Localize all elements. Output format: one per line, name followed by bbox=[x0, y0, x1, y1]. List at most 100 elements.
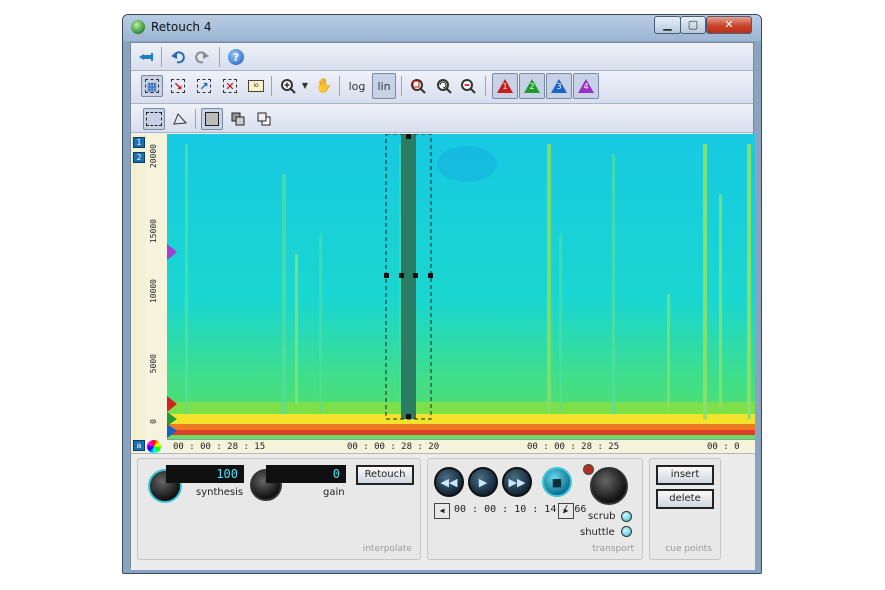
hand-pan-icon[interactable]: ✋ bbox=[313, 75, 335, 97]
y-tick: 20000 bbox=[149, 144, 158, 169]
colormap-icon[interactable] bbox=[147, 440, 161, 453]
app-logo-icon bbox=[131, 20, 145, 34]
stop-button[interactable]: ■ bbox=[542, 467, 572, 497]
client-area: ? ▦ ↘ ↗ ✕ io ▼ ✋ log lin 1 2 3 4 1 2 a 0… bbox=[130, 42, 755, 570]
edit-toolbar: ▦ ↘ ↗ ✕ io ▼ ✋ log lin 1 2 3 4 bbox=[131, 72, 753, 104]
harmonic-line bbox=[559, 234, 562, 409]
cue-points-panel: insert delete cue points bbox=[649, 458, 721, 560]
layer-2-button[interactable]: 2 bbox=[133, 152, 145, 163]
app-window: Retouch 4 ▁ ▢ ✕ ? ▦ ↘ ↗ ✕ io ▼ ✋ log lin… bbox=[122, 14, 762, 574]
rewind-button[interactable]: ◀◀ bbox=[434, 467, 464, 497]
zoom-dropdown-icon[interactable]: ▼ bbox=[299, 75, 311, 97]
select-all-icon[interactable]: ▦ bbox=[141, 75, 163, 97]
synthesis-value: 100 bbox=[166, 465, 244, 483]
delete-selection-icon[interactable]: ✕ bbox=[219, 75, 241, 97]
low-freq-band bbox=[167, 414, 755, 424]
toolbar-separator bbox=[271, 76, 272, 96]
zoom-out-icon[interactable] bbox=[457, 75, 479, 97]
toolbar-separator bbox=[219, 47, 220, 67]
time-axis: 00 : 00 : 28 : 15 00 : 00 : 28 : 20 00 :… bbox=[167, 439, 755, 454]
frequency-axis: 0 5000 10000 15000 20000 bbox=[145, 134, 168, 439]
shuttle-label: shuttle bbox=[580, 527, 615, 538]
y-tick: 15000 bbox=[149, 219, 158, 244]
scrub-radio[interactable] bbox=[621, 511, 632, 522]
gain-label: gain bbox=[323, 487, 345, 498]
selection-toolbar bbox=[131, 105, 753, 133]
harmonic-line bbox=[295, 254, 298, 404]
toolbar-separator bbox=[485, 76, 486, 96]
low-freq-band bbox=[167, 402, 755, 414]
marker-4-triangle: 4 bbox=[578, 79, 594, 93]
fast-forward-button[interactable]: ▶▶ bbox=[502, 467, 532, 497]
gain-value: 0 bbox=[266, 465, 346, 483]
selection-handle bbox=[413, 273, 418, 278]
clip-selection-icon[interactable]: io bbox=[245, 75, 267, 97]
selection-handle bbox=[384, 273, 389, 278]
redo-icon[interactable] bbox=[191, 46, 213, 68]
marker-2-triangle: 2 bbox=[524, 79, 540, 93]
pin-icon[interactable] bbox=[135, 46, 157, 68]
synthesis-label: synthesis bbox=[196, 487, 244, 498]
harmonic-line bbox=[547, 144, 551, 414]
record-indicator bbox=[583, 464, 594, 475]
transport-panel: ◀◀ ▶ ▶▶ ■ ◀ 00 : 00 : 10 : 14 / 66 ▶ scr… bbox=[427, 458, 643, 560]
subtract-layer-icon[interactable] bbox=[253, 108, 275, 130]
rect-select-icon[interactable] bbox=[143, 108, 165, 130]
select-move-icon[interactable]: ↗ bbox=[193, 75, 215, 97]
delete-cue-button[interactable]: delete bbox=[656, 489, 714, 509]
shuttle-radio[interactable] bbox=[621, 526, 632, 537]
title-bar[interactable]: Retouch 4 ▁ ▢ ✕ bbox=[123, 15, 761, 41]
harmonic-line bbox=[747, 144, 751, 419]
play-button[interactable]: ▶ bbox=[468, 467, 498, 497]
log-scale-button[interactable]: log bbox=[345, 75, 369, 97]
marker-2-icon[interactable]: 2 bbox=[519, 73, 545, 99]
marker-4-icon[interactable]: 4 bbox=[573, 73, 599, 99]
maximize-button[interactable]: ▢ bbox=[680, 16, 706, 34]
bass-band bbox=[167, 424, 755, 430]
prev-frame-button[interactable]: ◀ bbox=[434, 503, 450, 519]
toolbar-separator bbox=[161, 47, 162, 67]
harmonic-line bbox=[319, 234, 322, 414]
interpolate-panel: 100 synthesis 0 gain Retouch interpolate bbox=[137, 458, 421, 560]
spectrogram-area: 1 2 a 0 5000 10000 15000 20000 00: 00:… bbox=[131, 134, 755, 454]
single-layer-icon[interactable] bbox=[201, 108, 223, 130]
harmonic-line bbox=[667, 294, 670, 409]
zoom-mode-icon[interactable] bbox=[277, 75, 299, 97]
lin-scale-button[interactable]: lin bbox=[372, 73, 396, 99]
time-tick: 00 : 0 bbox=[707, 442, 740, 452]
transport-label: transport bbox=[592, 544, 634, 554]
next-frame-button[interactable]: ▶ bbox=[558, 503, 574, 519]
selection-handle bbox=[406, 414, 411, 419]
jog-shuttle-knob[interactable] bbox=[590, 467, 628, 505]
layer-1-button[interactable]: 1 bbox=[133, 137, 145, 148]
marker-3-triangle: 3 bbox=[551, 79, 567, 93]
control-panel: 100 synthesis 0 gain Retouch interpolate… bbox=[131, 453, 755, 570]
select-paste-icon[interactable]: ↘ bbox=[167, 75, 189, 97]
window-title: Retouch 4 bbox=[151, 20, 212, 34]
harmonic-line bbox=[612, 154, 615, 414]
zoom-reset-icon[interactable] bbox=[433, 75, 455, 97]
add-layer-icon[interactable] bbox=[227, 108, 249, 130]
close-button[interactable]: ✕ bbox=[706, 16, 752, 34]
scrub-label: scrub bbox=[588, 511, 616, 522]
undo-icon[interactable] bbox=[167, 46, 189, 68]
selection-handle bbox=[406, 134, 411, 139]
selection-handle bbox=[428, 273, 433, 278]
spectrogram-canvas[interactable] bbox=[167, 134, 755, 439]
y-tick: 0 bbox=[149, 419, 158, 424]
toolbar-separator bbox=[339, 76, 340, 96]
marker-3-icon[interactable]: 3 bbox=[546, 73, 572, 99]
zoom-selection-icon[interactable] bbox=[407, 75, 429, 97]
insert-cue-button[interactable]: insert bbox=[656, 465, 714, 485]
interpolate-label: interpolate bbox=[362, 544, 412, 554]
retouch-button[interactable]: Retouch bbox=[356, 465, 414, 485]
lasso-select-icon[interactable] bbox=[169, 108, 191, 130]
y-tick: 10000 bbox=[149, 279, 158, 304]
help-icon[interactable]: ? bbox=[225, 46, 247, 68]
harmonic-line bbox=[719, 194, 722, 409]
layer-a-button[interactable]: a bbox=[133, 440, 145, 451]
minimize-button[interactable]: ▁ bbox=[654, 16, 681, 34]
marker-1-icon[interactable]: 1 bbox=[492, 73, 518, 99]
time-tick: 00 : 00 : 28 : 20 bbox=[347, 442, 440, 452]
toolbar-separator bbox=[195, 109, 196, 129]
